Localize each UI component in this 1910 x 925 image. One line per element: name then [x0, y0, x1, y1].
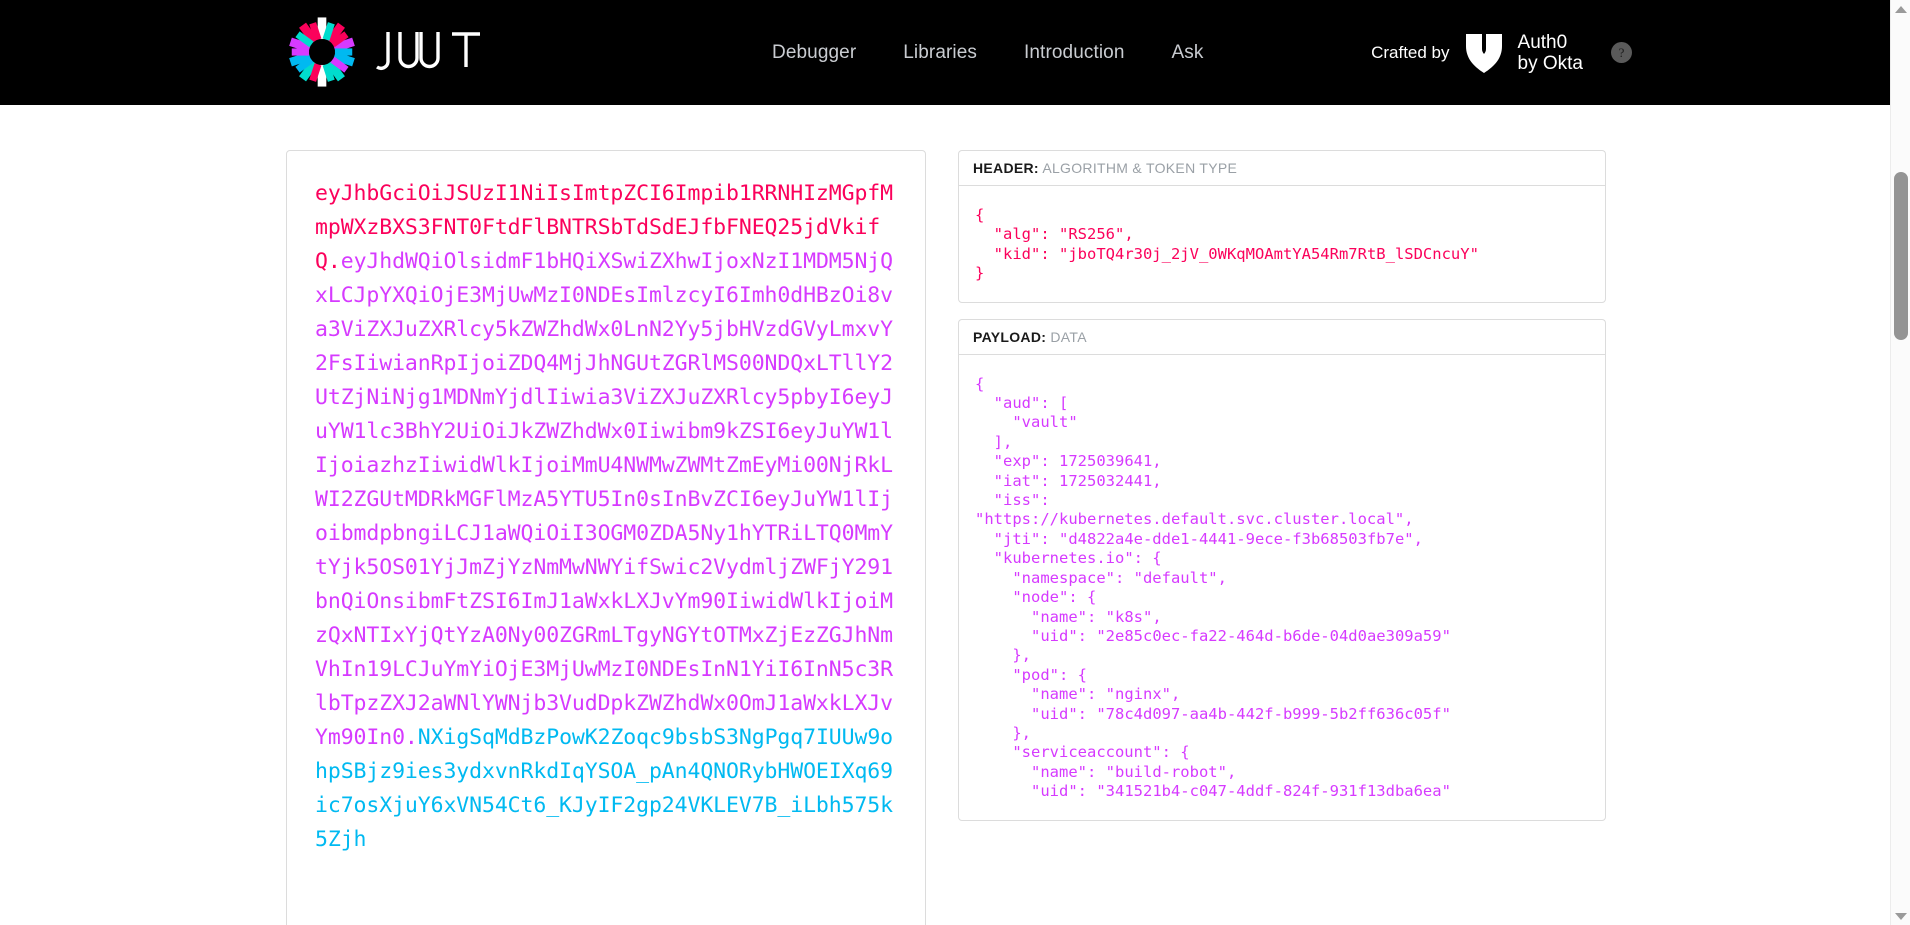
scrollbar-thumb[interactable]	[1894, 172, 1908, 340]
brand[interactable]	[286, 16, 489, 88]
decoded-payload-block: PAYLOAD: DATA { "aud": [ "vault" ], "exp…	[958, 318, 1606, 821]
scrollbar-up-arrow-icon[interactable]	[1891, 0, 1910, 18]
encoded-token-text[interactable]: eyJhbGciOiJSUzI1NiIsImtpZCI6Impib1RRNHIz…	[315, 177, 897, 857]
decoded-header-block: HEADER: ALGORITHM & TOKEN TYPE { "alg": …	[958, 150, 1606, 303]
jwt-debugger-page: Encoded PASTE A TOKEN HERE Decoded EDIT …	[0, 0, 1910, 925]
crafted-by-group: Crafted by Auth0 by Okta ?	[1371, 0, 1632, 105]
decoded-header-body[interactable]: { "alg": "RS256", "kid": "jboTQ4r30j_2jV…	[958, 185, 1606, 303]
token-separator-1: .	[327, 249, 341, 274]
auth0-wordmark: Auth0 by Okta	[1518, 32, 1583, 74]
auth0-line-1: Auth0	[1517, 31, 1568, 53]
page-content: Encoded PASTE A TOKEN HERE Decoded EDIT …	[0, 0, 1890, 925]
nav-link-ask[interactable]: Ask	[1172, 42, 1204, 64]
nav-link-debugger[interactable]: Debugger	[772, 42, 856, 64]
jwt-starburst-logo-icon	[286, 16, 358, 88]
crafted-by-label: Crafted by	[1371, 42, 1450, 62]
decoded-header-label-sub: ALGORITHM & TOKEN TYPE	[1042, 160, 1238, 176]
scrollbar-down-arrow-icon[interactable]	[1891, 907, 1910, 925]
decoded-payload-label-main: PAYLOAD:	[973, 328, 1047, 345]
decoded-payload-label: PAYLOAD: DATA	[958, 318, 1606, 354]
token-payload-segment: eyJhdWQiOlsidmF1bHQiXSwiZXhwIjoxNzI1MDM5…	[315, 249, 894, 750]
decoded-panel: HEADER: ALGORITHM & TOKEN TYPE { "alg": …	[958, 150, 1606, 837]
encoded-token-panel[interactable]: eyJhbGciOiJSUzI1NiIsImtpZCI6Impib1RRNHIz…	[286, 150, 926, 925]
brand-wordmark	[374, 26, 489, 79]
page-scrollbar[interactable]	[1890, 0, 1910, 925]
top-navbar: Debugger Libraries Introduction Ask Craf…	[0, 0, 1890, 105]
nav-links: Debugger Libraries Introduction Ask	[772, 0, 1204, 105]
nav-link-introduction[interactable]: Introduction	[1024, 42, 1125, 64]
help-icon[interactable]: ?	[1611, 42, 1632, 63]
token-separator-2: .	[404, 725, 418, 750]
decoded-header-label-main: HEADER:	[973, 160, 1039, 176]
decoded-payload-body[interactable]: { "aud": [ "vault" ], "exp": 1725039641,…	[958, 353, 1606, 821]
nav-link-libraries[interactable]: Libraries	[903, 42, 977, 64]
decoded-payload-label-sub: DATA	[1050, 328, 1087, 345]
decoded-header-json[interactable]: { "alg": "RS256", "kid": "jboTQ4r30j_2jV…	[975, 206, 1589, 284]
auth0-shield-icon	[1464, 32, 1504, 74]
auth0-line-2: by Okta	[1517, 52, 1583, 74]
decoded-payload-json[interactable]: { "aud": [ "vault" ], "exp": 1725039641,…	[975, 375, 1589, 802]
decoded-header-label: HEADER: ALGORITHM & TOKEN TYPE	[958, 150, 1606, 185]
